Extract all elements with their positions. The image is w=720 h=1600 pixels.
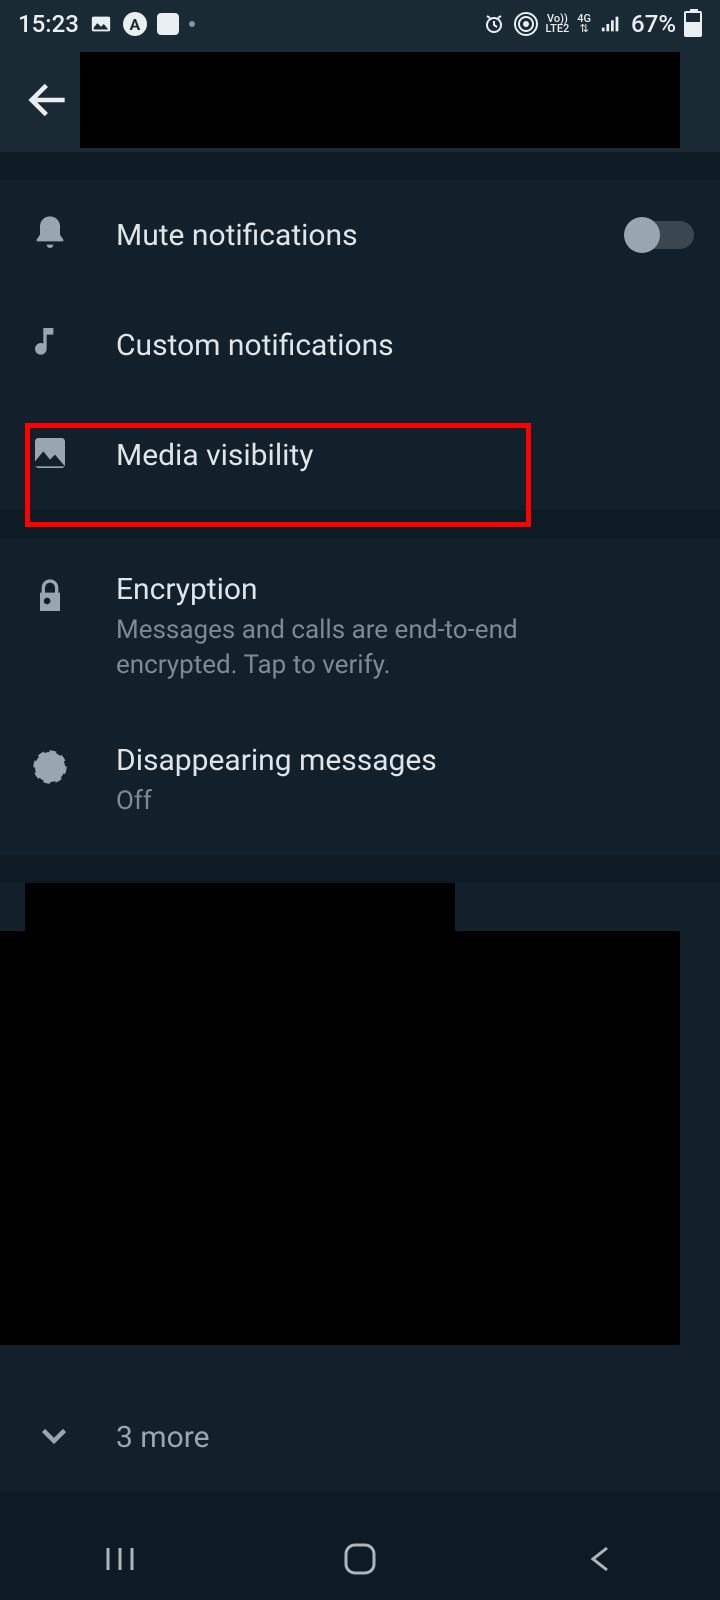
4g-icon: 4G⇅ bbox=[577, 14, 591, 34]
back-nav-button[interactable] bbox=[540, 1534, 660, 1584]
app-header bbox=[0, 48, 720, 152]
custom-label: Custom notifications bbox=[116, 328, 694, 363]
image-app-icon bbox=[89, 12, 113, 36]
timer-icon bbox=[30, 747, 70, 791]
encryption-title: Encryption bbox=[116, 572, 694, 607]
home-button[interactable] bbox=[300, 1534, 420, 1584]
alarm-icon bbox=[482, 12, 506, 36]
mute-label: Mute notifications bbox=[116, 218, 604, 253]
battery-icon bbox=[684, 11, 702, 37]
mute-toggle[interactable] bbox=[628, 221, 694, 249]
mute-notifications-row[interactable]: Mute notifications bbox=[0, 180, 720, 290]
security-section: Encryption Messages and calls are end-to… bbox=[0, 538, 720, 855]
system-nav-bar bbox=[0, 1518, 720, 1600]
custom-notifications-row[interactable]: Custom notifications bbox=[0, 290, 720, 400]
hotspot-icon bbox=[514, 12, 538, 36]
signal-icon bbox=[599, 12, 623, 36]
media-label: Media visibility bbox=[116, 438, 694, 473]
music-note-icon bbox=[30, 323, 70, 367]
recents-button[interactable] bbox=[60, 1534, 180, 1584]
show-more-row[interactable]: 3 more bbox=[0, 1383, 720, 1491]
spacer bbox=[0, 855, 720, 883]
more-label: 3 more bbox=[116, 1420, 210, 1455]
status-bar: 15:23 A Vo))LTE2 4G⇅ 67% bbox=[0, 0, 720, 48]
redacted-section bbox=[0, 883, 720, 1383]
redacted-content bbox=[0, 931, 680, 1345]
disappearing-subtitle: Off bbox=[116, 784, 636, 819]
spacer bbox=[0, 510, 720, 538]
media-visibility-row[interactable]: Media visibility bbox=[0, 400, 720, 510]
redacted-contact-title bbox=[80, 52, 680, 148]
encryption-subtitle: Messages and calls are end-to-end encryp… bbox=[116, 613, 636, 683]
battery-percent: 67% bbox=[631, 10, 676, 38]
encryption-row[interactable]: Encryption Messages and calls are end-to… bbox=[0, 538, 720, 713]
back-button[interactable] bbox=[20, 70, 80, 130]
more-dot-icon bbox=[189, 21, 195, 27]
disappearing-messages-row[interactable]: Disappearing messages Off bbox=[0, 713, 720, 855]
app-box-icon bbox=[157, 13, 179, 35]
app-a-icon: A bbox=[123, 12, 147, 36]
volte-icon: Vo))LTE2 bbox=[546, 14, 570, 34]
image-icon bbox=[30, 433, 70, 477]
bell-icon bbox=[30, 213, 70, 257]
clock: 15:23 bbox=[18, 10, 79, 38]
notifications-section: Mute notifications Custom notifications … bbox=[0, 180, 720, 510]
disappearing-title: Disappearing messages bbox=[116, 743, 694, 778]
redacted-header bbox=[25, 883, 455, 931]
lock-icon bbox=[30, 576, 70, 620]
spacer bbox=[0, 152, 720, 180]
chevron-down-icon bbox=[36, 1417, 72, 1457]
